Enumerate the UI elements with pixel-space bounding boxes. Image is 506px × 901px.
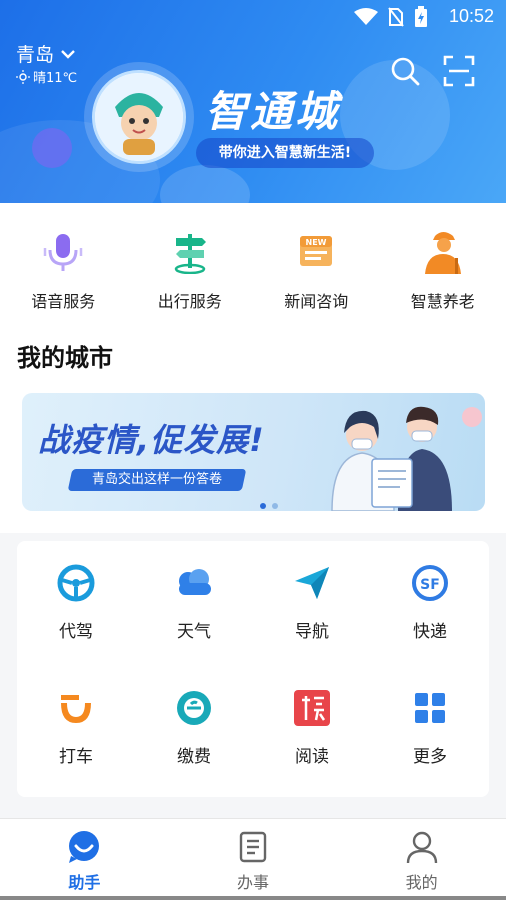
app-label: 快递 (413, 617, 447, 642)
app-weather[interactable]: 天气 (135, 541, 253, 666)
medical-workers-illustration (312, 397, 482, 511)
mascot-avatar (92, 70, 186, 164)
app-label: 打车 (59, 742, 93, 767)
tab-assistant[interactable]: 助手 (0, 819, 169, 901)
tagline: 带你进入智慧新生活! (196, 138, 374, 168)
steering-wheel-icon (56, 563, 96, 603)
weather-text: 晴11℃ (33, 67, 77, 86)
wifi-icon (354, 8, 378, 26)
header-decoration (32, 128, 72, 168)
service-voice[interactable]: 语音服务 (0, 203, 127, 323)
section-title-my-city: 我的城市 (17, 338, 113, 373)
svg-text:NEW: NEW (306, 238, 327, 247)
app-payment[interactable]: 缴费 (135, 666, 253, 791)
search-icon (390, 56, 420, 86)
service-news-label: 新闻咨询 (284, 288, 348, 312)
bottom-tab-bar: 助手 办事 我的 (0, 818, 506, 901)
banner-pagination (260, 503, 278, 509)
service-row: 语音服务 出行服务 NEW 新闻咨询 智慧养老 (0, 203, 506, 323)
promo-banner[interactable]: 战疫情,促发展! 青岛交出这样一份答卷 (22, 393, 485, 511)
app-reading[interactable]: 阅读 (253, 666, 371, 791)
assistant-icon (66, 829, 102, 865)
banner-subtitle: 青岛交出这样一份答卷 (68, 469, 247, 491)
service-news[interactable]: NEW 新闻咨询 (253, 203, 380, 323)
banner-headline: 战疫情,促发展! (38, 415, 265, 461)
service-voice-label: 语音服务 (31, 288, 95, 312)
sun-icon (16, 70, 30, 84)
service-travel[interactable]: 出行服务 (127, 203, 254, 323)
cloud-icon (174, 563, 214, 603)
scan-button[interactable] (441, 53, 477, 89)
app-navigation[interactable]: 导航 (253, 541, 371, 666)
payment-icon (174, 688, 214, 728)
app-label: 天气 (177, 617, 211, 642)
app-grid-card: 代驾 天气 导航 SF 快递 打车 (17, 541, 489, 797)
city-selector[interactable]: 青岛 (16, 40, 76, 67)
no-sim-icon (388, 7, 404, 27)
brand-name: 智通城 (205, 78, 340, 139)
svg-text:SF: SF (420, 577, 440, 593)
weather-info: 晴11℃ (16, 67, 77, 86)
reading-icon (292, 688, 332, 728)
header-decoration (160, 165, 250, 203)
tab-profile[interactable]: 我的 (337, 819, 506, 901)
tab-label: 助手 (68, 869, 100, 893)
battery-charging-icon (414, 6, 428, 28)
more-grid-icon (410, 688, 450, 728)
service-travel-label: 出行服务 (158, 288, 222, 312)
status-time: 10:52 (449, 6, 494, 27)
tasks-icon (235, 829, 271, 865)
app-designated-driver[interactable]: 代驾 (17, 541, 135, 666)
pagination-dot-active (260, 503, 266, 509)
microphone-icon (39, 228, 87, 276)
tab-tasks[interactable]: 办事 (169, 819, 338, 901)
service-elderly-label: 智慧养老 (411, 288, 475, 312)
mascot-icon (95, 73, 183, 161)
paper-plane-icon (292, 563, 332, 603)
app-label: 缴费 (177, 742, 211, 767)
chevron-down-icon (60, 48, 76, 60)
app-express[interactable]: SF 快递 (371, 541, 489, 666)
tab-label: 办事 (237, 869, 269, 893)
system-nav-bar (0, 896, 506, 900)
app-label: 导航 (295, 617, 329, 642)
elderly-icon (419, 228, 467, 276)
profile-icon (404, 829, 440, 865)
city-name: 青岛 (16, 40, 54, 67)
didi-icon (56, 688, 96, 728)
sf-express-icon: SF (410, 563, 450, 603)
pagination-dot (272, 503, 278, 509)
app-taxi[interactable]: 打车 (17, 666, 135, 791)
tab-label: 我的 (406, 869, 438, 893)
app-label: 更多 (413, 742, 447, 767)
signpost-icon (166, 228, 214, 276)
news-icon: NEW (292, 228, 340, 276)
search-button[interactable] (387, 53, 423, 89)
service-elderly[interactable]: 智慧养老 (380, 203, 506, 323)
app-label: 阅读 (295, 742, 329, 767)
header-banner: 10:52 青岛 晴11℃ 智通城 带你进入智慧新生活! (0, 0, 506, 203)
app-label: 代驾 (59, 617, 93, 642)
status-bar: 10:52 (0, 0, 506, 34)
app-more[interactable]: 更多 (371, 666, 489, 791)
scan-icon (443, 55, 475, 87)
